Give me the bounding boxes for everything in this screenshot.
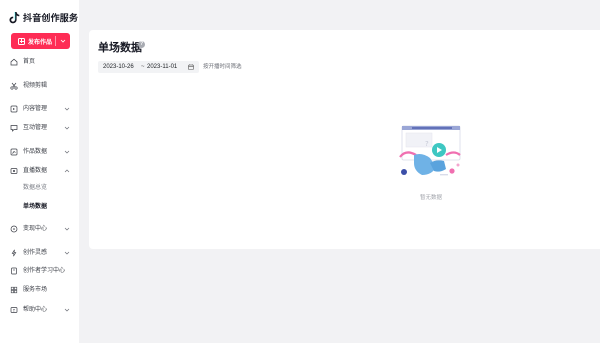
sidebar-subitem-single-session[interactable]: 单场数据 <box>0 200 79 214</box>
sidebar-item-live-data[interactable]: 直播数据 <box>0 164 79 178</box>
sidebar-item-label: 单场数据 <box>23 204 48 210</box>
sidebar-item-label: 变现中心 <box>23 226 48 232</box>
chevron-up-icon <box>64 169 70 173</box>
scissors-icon <box>10 82 18 90</box>
sidebar-item-label: 首页 <box>23 59 36 65</box>
chart-icon <box>10 148 18 156</box>
question-icon[interactable]: ? <box>138 41 145 48</box>
chevron-down-icon <box>64 107 70 111</box>
app-logo[interactable]: 抖音创作服务 <box>9 10 78 24</box>
content-icon <box>10 105 18 113</box>
sidebar-subitem-data-overview[interactable]: 数据总览 <box>0 181 79 195</box>
sidebar-item-label: 创作者学习中心 <box>23 268 66 274</box>
date-separator: ~ <box>141 64 145 70</box>
live-icon <box>10 168 18 174</box>
sidebar-item-label: 帮助中心 <box>23 307 48 313</box>
svg-text:?: ? <box>425 140 429 148</box>
date-end-input[interactable]: 2023-11-01 <box>147 63 177 71</box>
interaction-icon <box>10 125 18 132</box>
home-icon <box>10 58 18 66</box>
sidebar-item-works-data[interactable]: 作品数据 <box>0 145 79 159</box>
sidebar: 抖音创作服务 发布作品 首页 视频剪辑 内容管理 互动管理 作品数据 直播数据 <box>0 0 79 343</box>
sidebar-item-interaction[interactable]: 互动管理 <box>0 121 79 135</box>
sidebar-item-label: 视频剪辑 <box>23 83 48 89</box>
app-title: 抖音创作服务 <box>23 12 79 23</box>
sidebar-item-video-edit[interactable]: 视频剪辑 <box>0 79 79 93</box>
sidebar-item-label: 数据总览 <box>23 185 48 191</box>
date-start-input[interactable]: 2023-10-26 <box>103 63 134 71</box>
publish-button-label: 发布作品 <box>28 39 53 46</box>
sidebar-item-monetization[interactable]: 变现中心 <box>0 222 79 236</box>
money-icon <box>10 225 18 233</box>
sidebar-item-home[interactable]: 首页 <box>0 55 79 69</box>
sidebar-item-learning-center[interactable]: 创作者学习中心 <box>0 264 79 278</box>
sidebar-item-inspiration[interactable]: 创作灵感 <box>0 246 79 260</box>
sidebar-item-label: 直播数据 <box>23 168 48 174</box>
sidebar-item-label: 作品数据 <box>23 149 48 155</box>
chevron-down-icon <box>64 150 70 154</box>
empty-state-text: 暂无数据 <box>420 195 443 201</box>
book-icon <box>11 267 17 275</box>
chevron-down-icon <box>64 126 70 130</box>
sidebar-item-label: 服务市场 <box>23 287 48 293</box>
publish-button[interactable]: 发布作品 <box>11 33 70 49</box>
upload-icon <box>18 37 25 45</box>
filter-hint: 按开播时间筛选 <box>203 64 242 70</box>
sidebar-item-service-market[interactable]: 服务市场 <box>0 283 79 297</box>
sidebar-item-label: 内容管理 <box>23 106 48 112</box>
sidebar-item-help-center[interactable]: 帮助中心 <box>0 303 79 317</box>
page-title: 单场数据 <box>98 42 142 54</box>
button-divider <box>55 36 56 46</box>
chevron-down-icon <box>64 308 70 312</box>
chevron-down-icon <box>64 227 70 231</box>
help-icon <box>10 307 18 313</box>
douyin-logo-icon <box>9 11 20 23</box>
chevron-down-icon[interactable] <box>60 38 66 44</box>
sidebar-item-label: 互动管理 <box>23 125 48 131</box>
bulb-icon <box>11 249 17 257</box>
date-range-picker[interactable]: 2023-10-26 ~ 2023-11-01 <box>98 61 199 73</box>
sidebar-item-content[interactable]: 内容管理 <box>0 102 79 116</box>
sidebar-item-label: 创作灵感 <box>23 250 48 256</box>
chevron-down-icon <box>64 251 70 255</box>
store-icon <box>10 286 18 294</box>
calendar-icon[interactable] <box>188 64 194 70</box>
empty-state-illustration: ? <box>399 125 461 176</box>
